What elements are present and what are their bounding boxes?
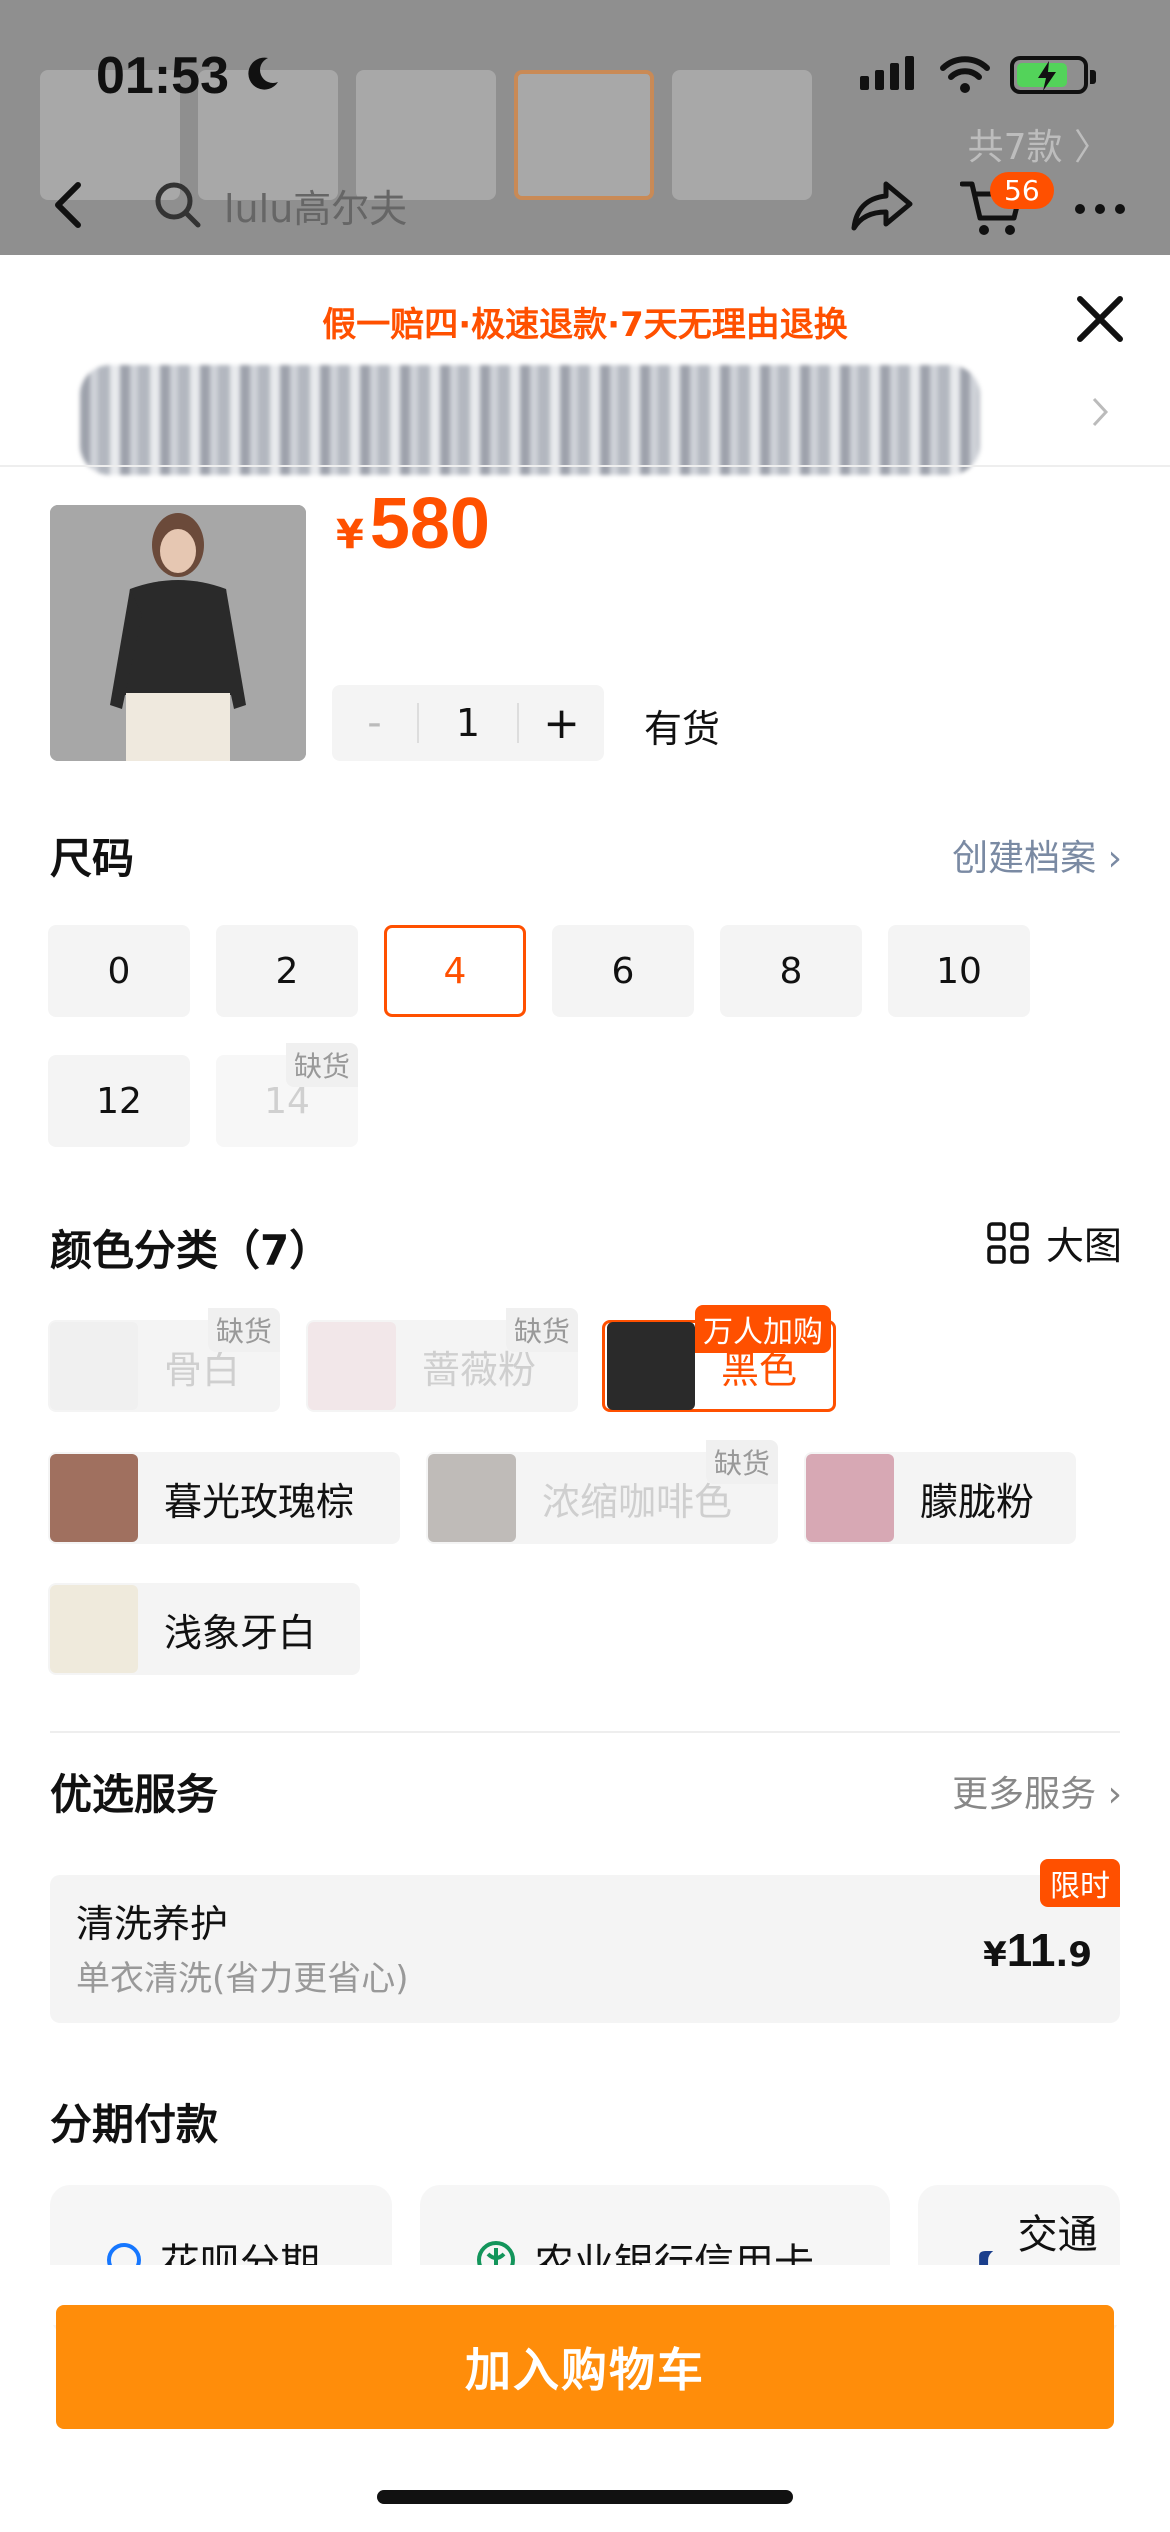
home-indicator[interactable] (377, 2490, 793, 2504)
close-icon[interactable] (1074, 293, 1126, 345)
price-value: 580 (369, 484, 490, 564)
search-icon (155, 182, 201, 228)
quantity-value[interactable]: 1 (417, 703, 519, 743)
status-bar: 01:53 (0, 0, 1170, 150)
color-thumb (50, 1585, 138, 1673)
service-price: ¥11.9 (983, 1923, 1092, 1977)
size-option-out-of-stock[interactable]: 14 缺货 (216, 1043, 358, 1147)
status-time: 01:53 (96, 47, 229, 105)
service-price-currency: ¥ (983, 1935, 1007, 1975)
add-to-cart-button[interactable]: 加入购物车 (56, 2305, 1114, 2429)
limited-tag: 限时 (1040, 1859, 1120, 1907)
back-icon[interactable] (50, 180, 86, 230)
color-option[interactable]: 暮光玫瑰棕 (48, 1452, 400, 1544)
color-option-out-of-stock[interactable]: 蔷薇粉 缺货 (306, 1308, 578, 1412)
size-option[interactable]: 8 (720, 925, 862, 1017)
color-thumb (308, 1322, 396, 1410)
price: ¥ 580 (336, 483, 490, 565)
divider (50, 1731, 1120, 1733)
size-option[interactable]: 10 (888, 925, 1030, 1017)
signal-icon (860, 56, 914, 90)
service-price-int: 11 (1006, 1924, 1056, 1976)
out-of-stock-tag: 缺货 (207, 1308, 280, 1352)
decrease-button[interactable]: - (332, 700, 417, 746)
color-thumb (806, 1454, 894, 1542)
big-view-label: 大图 (1045, 1224, 1122, 1268)
create-profile-link[interactable]: 创建档案 › (952, 829, 1122, 881)
top-nav: lulu高尔夫 56 (0, 160, 1170, 250)
cart-badge: 56 (990, 172, 1054, 209)
redacted-address (80, 365, 980, 475)
moon-icon (248, 57, 278, 90)
color-thumb (607, 1322, 695, 1410)
color-option-selected[interactable]: 黑色 万人加购 (602, 1305, 836, 1412)
size-option[interactable]: 0 (48, 925, 190, 1017)
product-photo (50, 505, 306, 761)
color-option-out-of-stock[interactable]: 骨白 缺货 (48, 1308, 280, 1412)
color-option[interactable]: 朦胧粉 (804, 1452, 1076, 1544)
search-bar[interactable]: lulu高尔夫 (130, 160, 830, 250)
size-option-selected[interactable]: 4 (384, 925, 526, 1017)
grid-icon (987, 1221, 1029, 1264)
service-desc: 单衣清洗(省力更省心) (76, 1959, 409, 1999)
color-label: 朦胧粉 (920, 1479, 1035, 1524)
share-icon[interactable] (850, 180, 914, 232)
service-name: 清洗养护 (76, 1902, 229, 1946)
color-title: 颜色分类（7） (50, 1226, 332, 1275)
out-of-stock-tag: 缺货 (285, 1043, 358, 1087)
color-label: 浅象牙白 (164, 1610, 317, 1655)
service-price-dec: .9 (1055, 1935, 1092, 1975)
increase-button[interactable]: + (519, 698, 604, 749)
color-label: 暮光玫瑰棕 (164, 1479, 355, 1524)
price-currency: ¥ (336, 512, 364, 558)
color-option[interactable]: 浅象牙白 (48, 1583, 360, 1675)
size-option[interactable]: 2 (216, 925, 358, 1017)
battery-icon (1010, 56, 1096, 94)
size-option[interactable]: 6 (552, 925, 694, 1017)
color-thumb (50, 1322, 138, 1410)
stock-status: 有货 (644, 707, 721, 751)
color-thumb (428, 1454, 516, 1542)
product-image[interactable] (50, 505, 306, 761)
hot-tag: 万人加购 (695, 1305, 831, 1353)
search-text: lulu高尔夫 (224, 186, 408, 231)
sku-sheet: 假一赔四·极速退款·7天无理由退换 ¥ 580 - 1 + 有货 尺码 创建档案… (0, 255, 1170, 2532)
promo-banner: 假一赔四·极速退款·7天无理由退换 (322, 305, 848, 345)
wifi-icon (940, 56, 990, 93)
quantity-stepper: - 1 + (332, 685, 604, 761)
more-services-link[interactable]: 更多服务 › (952, 1765, 1122, 1817)
out-of-stock-tag: 缺货 (705, 1440, 778, 1484)
color-option-out-of-stock[interactable]: 浓缩咖啡色 缺货 (426, 1440, 778, 1544)
more-icon[interactable] (1075, 204, 1125, 214)
chevron-right-icon[interactable] (1090, 395, 1110, 429)
size-option[interactable]: 12 (48, 1055, 190, 1147)
out-of-stock-tag: 缺货 (505, 1308, 578, 1352)
divider (0, 465, 1170, 467)
color-thumb (50, 1454, 138, 1542)
service-card[interactable]: 清洗养护 单衣清洗(省力更省心) ¥11.9 限时 (50, 1859, 1120, 2023)
service-title: 优选服务 (50, 1770, 219, 1819)
size-title: 尺码 (50, 834, 135, 883)
installment-title: 分期付款 (50, 2100, 219, 2149)
big-view-toggle[interactable]: 大图 (986, 1215, 1122, 1270)
